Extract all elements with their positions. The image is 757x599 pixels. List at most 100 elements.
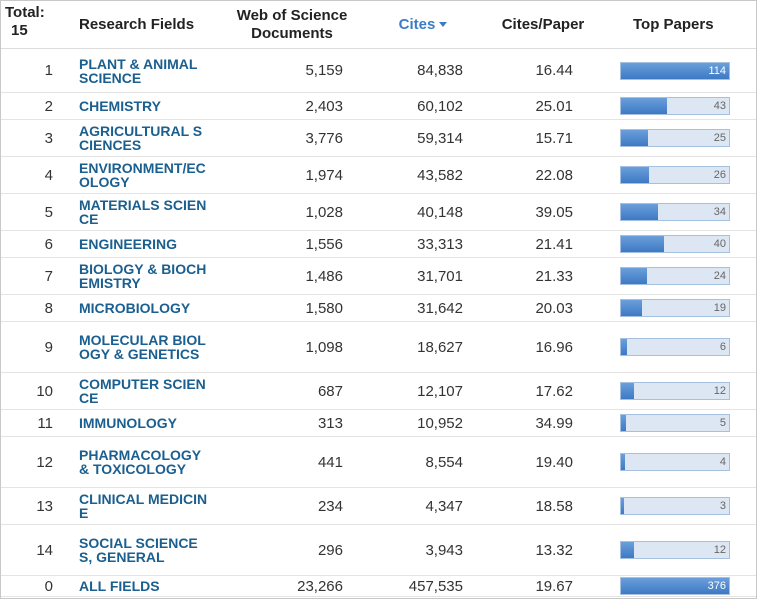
top-papers-count: 12 xyxy=(713,544,726,556)
cites-value: 43,582 xyxy=(363,156,483,194)
wos-documents-value: 2,403 xyxy=(221,92,363,120)
wos-documents-value: 1,580 xyxy=(221,294,363,322)
top-papers-bar-fill xyxy=(621,98,668,114)
top-papers-count: 34 xyxy=(713,206,726,218)
research-field-link[interactable]: MICROBIOLOGY xyxy=(79,301,209,315)
top-papers-bar[interactable]: 12 xyxy=(620,541,730,559)
top-papers-bar-fill xyxy=(621,415,627,431)
row-rank: 6 xyxy=(1,230,73,258)
research-field-link[interactable]: COMPUTER SCIENCE xyxy=(79,377,209,405)
research-field-link[interactable]: PLANT & ANIMAL SCIENCE xyxy=(79,57,209,85)
row-rank: 2 xyxy=(1,92,73,120)
row-rank: 13 xyxy=(1,487,73,525)
sort-descending-icon xyxy=(439,22,448,28)
cites-value: 18,627 xyxy=(363,321,483,373)
top-papers-cell: 114 xyxy=(603,48,756,93)
research-field-link[interactable]: MOLECULAR BIOLOGY & GENETICS xyxy=(79,333,209,361)
top-papers-count: 6 xyxy=(719,341,726,353)
table-row: 7 BIOLOGY & BIOCHEMISTRY 1,486 31,701 21.33 2… xyxy=(1,257,756,295)
top-papers-bar[interactable]: 5 xyxy=(620,414,730,432)
cites-per-paper-value: 20.03 xyxy=(483,294,603,322)
top-papers-cell: 43 xyxy=(603,92,756,120)
cites-per-paper-value: 25.01 xyxy=(483,92,603,120)
cites-per-paper-value: 19.40 xyxy=(483,436,603,488)
wos-documents-value: 313 xyxy=(221,409,363,437)
research-field-cell: MATERIALS SCIENCE xyxy=(73,193,221,231)
research-field-link[interactable]: MATERIALS SCIENCE xyxy=(79,198,209,226)
top-papers-bar[interactable]: 3 xyxy=(620,497,730,515)
top-papers-cell: 25 xyxy=(603,119,756,157)
top-papers-bar[interactable]: 376 xyxy=(620,577,730,595)
table-row: 0 ALL FIELDS 23,266 457,535 19.67 376 xyxy=(1,575,756,597)
top-papers-bar[interactable]: 40 xyxy=(620,235,730,253)
table-header-row: Total: 15 Research Fields Web of Science… xyxy=(1,1,756,49)
top-papers-bar[interactable]: 19 xyxy=(620,299,730,317)
top-papers-count: 12 xyxy=(713,385,726,397)
wos-documents-value: 1,098 xyxy=(221,321,363,373)
cites-value: 33,313 xyxy=(363,230,483,258)
top-papers-count: 114 xyxy=(708,64,726,77)
top-papers-cell: 26 xyxy=(603,156,756,194)
top-papers-bar-fill xyxy=(621,339,628,355)
research-field-link[interactable]: CLINICAL MEDICINE xyxy=(79,492,209,520)
cites-per-paper-column-header[interactable]: Cites/Paper xyxy=(483,1,603,49)
cites-column-header[interactable]: Cites xyxy=(363,1,483,49)
row-rank: 11 xyxy=(1,409,73,437)
cites-per-paper-value: 13.32 xyxy=(483,524,603,576)
wos-documents-column-header[interactable]: Web of Science Documents xyxy=(221,1,363,49)
top-papers-bar[interactable]: 43 xyxy=(620,97,730,115)
table-row: 13 CLINICAL MEDICINE 234 4,347 18.58 3 xyxy=(1,487,756,525)
top-papers-bar[interactable]: 4 xyxy=(620,453,730,471)
table-row: 9 MOLECULAR BIOLOGY & GENETICS 1,098 18,627… xyxy=(1,321,756,373)
top-papers-bar[interactable]: 24 xyxy=(620,267,730,285)
cites-value: 12,107 xyxy=(363,372,483,410)
top-papers-bar[interactable]: 25 xyxy=(620,129,730,147)
wos-documents-value: 234 xyxy=(221,487,363,525)
row-rank: 14 xyxy=(1,524,73,576)
table-row: 2 CHEMISTRY 2,403 60,102 25.01 43 xyxy=(1,92,756,120)
research-field-cell: BIOLOGY & BIOCHEMISTRY xyxy=(73,257,221,295)
top-papers-count: 5 xyxy=(719,417,726,429)
top-papers-bar[interactable]: 114 xyxy=(620,61,730,80)
research-field-cell: AGRICULTURAL SCIENCES xyxy=(73,119,221,157)
research-fields-column-header[interactable]: Research Fields xyxy=(73,1,221,49)
table-row: 12 PHARMACOLOGY & TOXICOLOGY 441 8,554 19.40… xyxy=(1,436,756,488)
research-field-link[interactable]: AGRICULTURAL SCIENCES xyxy=(79,124,209,152)
top-papers-bar-fill xyxy=(621,454,626,470)
research-field-link[interactable]: SOCIAL SCIENCES, GENERAL xyxy=(79,536,209,564)
top-papers-bar-fill xyxy=(621,236,665,252)
top-papers-bar[interactable]: 12 xyxy=(620,382,730,400)
top-papers-bar-fill xyxy=(621,268,647,284)
cites-value: 84,838 xyxy=(363,48,483,93)
top-papers-count: 43 xyxy=(713,100,726,112)
research-field-link[interactable]: ALL FIELDS xyxy=(79,579,209,593)
top-papers-cell: 3 xyxy=(603,487,756,525)
top-papers-count: 19 xyxy=(713,302,726,314)
cites-value: 10,952 xyxy=(363,409,483,437)
table-row: 4 ENVIRONMENT/ECOLOGY 1,974 43,582 22.08 26 xyxy=(1,156,756,194)
top-papers-column-header[interactable]: Top Papers xyxy=(603,1,756,49)
total-count: 15 xyxy=(11,22,28,39)
top-papers-bar[interactable]: 26 xyxy=(620,166,730,184)
research-field-link[interactable]: ENVIRONMENT/ECOLOGY xyxy=(79,161,209,189)
research-field-link[interactable]: IMMUNOLOGY xyxy=(79,416,209,430)
top-papers-cell: 6 xyxy=(603,321,756,373)
top-papers-bar[interactable]: 34 xyxy=(620,203,730,221)
cites-per-paper-value: 22.08 xyxy=(483,156,603,194)
wos-documents-value: 441 xyxy=(221,436,363,488)
cites-value: 4,347 xyxy=(363,487,483,525)
top-papers-cell: 12 xyxy=(603,372,756,410)
research-field-link[interactable]: CHEMISTRY xyxy=(79,99,209,113)
research-field-link[interactable]: BIOLOGY & BIOCHEMISTRY xyxy=(79,262,209,290)
cites-value: 31,642 xyxy=(363,294,483,322)
top-papers-count: 4 xyxy=(719,456,726,468)
row-rank: 1 xyxy=(1,48,73,93)
research-field-link[interactable]: PHARMACOLOGY & TOXICOLOGY xyxy=(79,448,209,476)
table-row: 11 IMMUNOLOGY 313 10,952 34.99 5 xyxy=(1,409,756,437)
total-label: Total: xyxy=(5,4,45,21)
research-fields-table: Total: 15 Research Fields Web of Science… xyxy=(1,1,756,597)
research-field-link[interactable]: ENGINEERING xyxy=(79,237,209,251)
wos-documents-value: 1,974 xyxy=(221,156,363,194)
top-papers-bar[interactable]: 6 xyxy=(620,338,730,356)
cites-per-paper-value: 15.71 xyxy=(483,119,603,157)
